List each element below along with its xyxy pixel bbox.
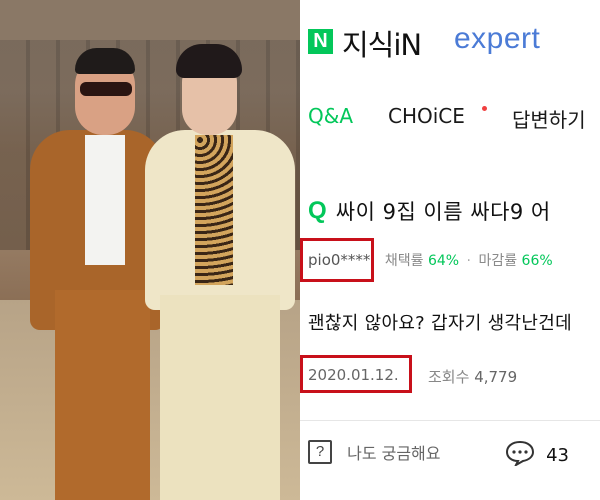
meta-separator: · xyxy=(466,253,471,269)
adoption-rate: 64% xyxy=(427,253,460,269)
hair xyxy=(176,44,242,78)
expert-brand[interactable]: expert xyxy=(454,22,540,56)
curious-button[interactable]: ? 나도 궁금해요 xyxy=(308,440,441,468)
white-shirt xyxy=(85,135,125,265)
cream-pants xyxy=(160,295,280,500)
tab-qa[interactable]: Q&A xyxy=(308,104,353,128)
comment-count: 43 xyxy=(546,444,569,466)
hair xyxy=(75,48,135,74)
deadline-label: 마감률 xyxy=(478,253,518,269)
divider xyxy=(300,420,600,421)
deadline-rate: 66% xyxy=(521,253,553,269)
brown-pants xyxy=(55,290,150,500)
question-body: 괜찮지 않아요? 갑자기 생각난건데 xyxy=(308,313,572,334)
tab-bar: Q&A CHOiCE 답변하기 xyxy=(300,104,600,140)
question-title: 싸이 9집 이름 싸다9 어 xyxy=(335,200,551,224)
question-box-icon: ? xyxy=(308,440,332,464)
building-roof xyxy=(0,0,300,40)
tab-answer[interactable]: 답변하기 xyxy=(512,104,586,133)
new-dot-badge xyxy=(482,106,487,111)
tab-choice[interactable]: CHOiCE xyxy=(388,104,465,128)
q-icon: Q xyxy=(308,197,327,224)
highlight-box-user xyxy=(300,238,374,282)
curious-label: 나도 궁금해요 xyxy=(347,444,441,463)
views-number: 4,779 xyxy=(474,368,518,386)
jisikin-panel: N 지식iN expert Q&A CHOiCE 답변하기 Q 싸이 9집 이름… xyxy=(300,0,600,500)
sunglasses xyxy=(80,82,132,96)
speech-bubble-icon xyxy=(505,440,535,470)
comment-button[interactable]: 43 xyxy=(505,440,569,470)
highlight-box-date xyxy=(300,355,412,393)
view-count: 조회수 4,779 xyxy=(428,366,517,387)
jisikin-brand[interactable]: 지식iN xyxy=(342,22,422,64)
leopard-shirt xyxy=(195,135,233,285)
views-label: 조회수 xyxy=(428,368,470,386)
question-title-row[interactable]: Q 싸이 9집 이름 싸다9 어 xyxy=(308,196,551,226)
adoption-label: 채택률 xyxy=(384,253,424,269)
promo-photo xyxy=(0,0,300,500)
naver-n-logo-icon[interactable]: N xyxy=(308,29,333,54)
